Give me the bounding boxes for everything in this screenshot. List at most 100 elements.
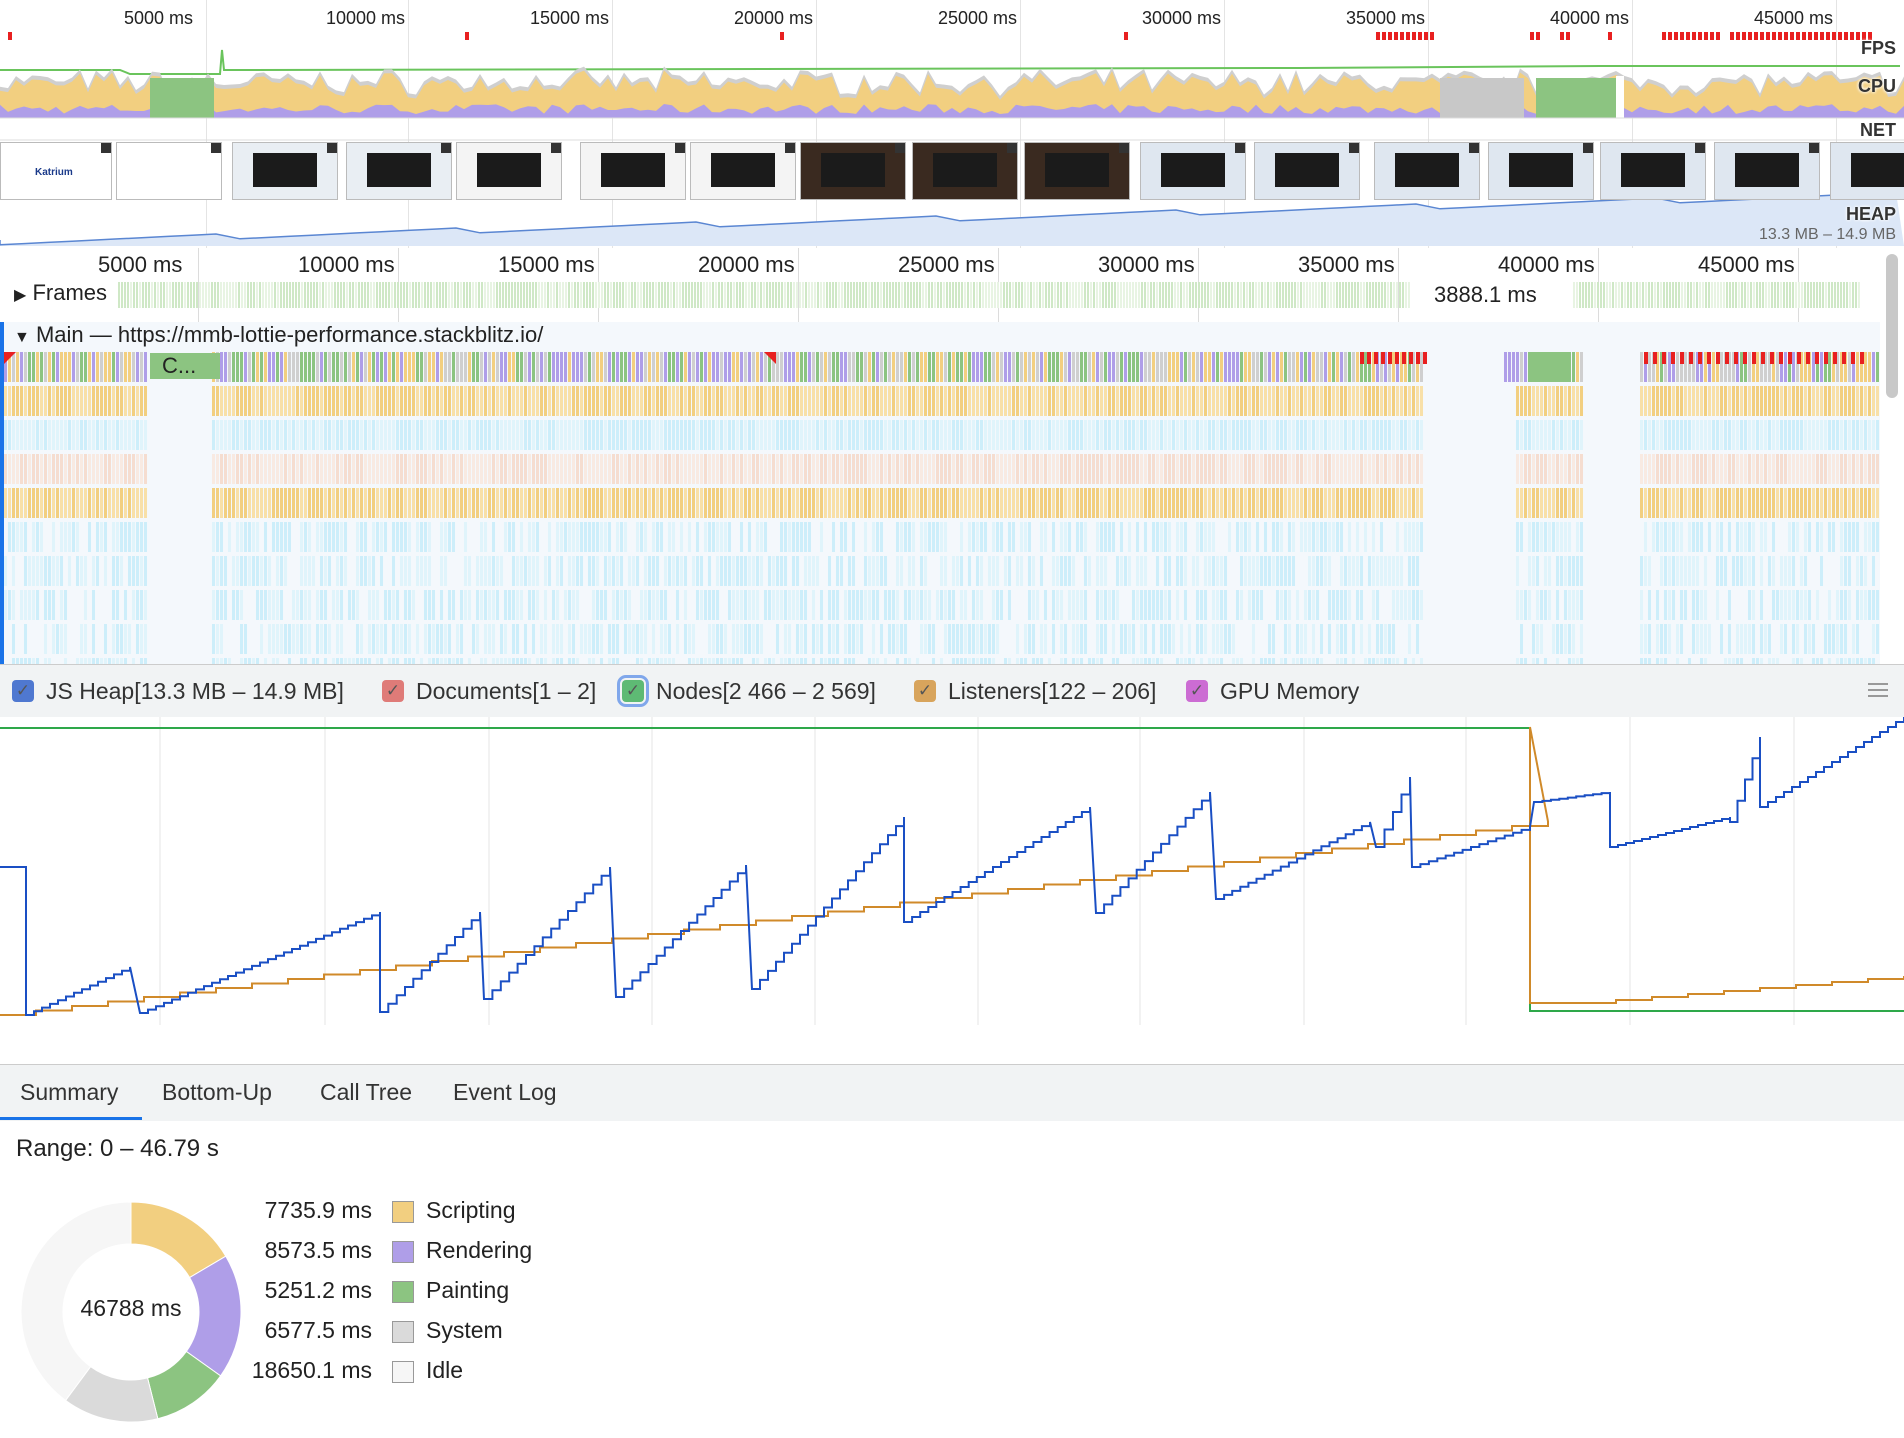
tab-summary[interactable]: Summary <box>20 1079 118 1106</box>
tab-event-log[interactable]: Event Log <box>453 1079 557 1106</box>
flame-slice <box>1560 454 1563 484</box>
frame-bar <box>1603 282 1605 308</box>
frame-bar <box>541 282 543 308</box>
legend-name: Idle <box>426 1357 464 1383</box>
gpu-memory-toggle[interactable]: ✓ GPU Memory <box>1186 677 1359 705</box>
flame-slice <box>616 386 619 416</box>
flame-slice <box>240 420 243 450</box>
screenshot-thumbnail[interactable] <box>690 142 796 200</box>
flame-slice <box>1576 488 1579 518</box>
vertical-scrollbar[interactable] <box>1886 254 1898 398</box>
flame-slice <box>1696 556 1699 586</box>
frames-track[interactable]: ▶ Frames 3888.1 ms <box>0 280 1880 310</box>
drag-handle-icon[interactable] <box>1868 683 1888 697</box>
js-heap-toggle[interactable]: ✓ JS Heap[13.3 MB – 14.9 MB] <box>12 677 344 705</box>
flame-slice <box>876 590 879 620</box>
flame-slice <box>1400 420 1403 450</box>
flame-slice <box>560 420 563 450</box>
flame-slice <box>1788 522 1791 552</box>
screenshot-thumbnail[interactable] <box>456 142 562 200</box>
main-row-header[interactable]: ▼ Main — https://mmb-lottie-performance.… <box>10 322 547 348</box>
flame-slice <box>1548 488 1551 518</box>
listeners-toggle[interactable]: ✓ Listeners[122 – 206] <box>914 677 1156 705</box>
screenshot-thumbnail[interactable] <box>1024 142 1130 200</box>
screenshot-thumbnail[interactable] <box>1254 142 1360 200</box>
flame-slice <box>1796 590 1799 620</box>
flame-slice <box>472 352 475 382</box>
screenshot-thumbnail[interactable] <box>1374 142 1480 200</box>
flame-slice <box>352 590 355 620</box>
screenshot-thumbnail[interactable] <box>580 142 686 200</box>
timeline-overview[interactable]: 5000 ms 10000 ms 15000 ms 20000 ms 25000 ms 3… <box>0 0 1904 249</box>
flame-slice <box>532 624 535 654</box>
frame-bar <box>1123 282 1125 308</box>
flame-slice <box>860 454 863 484</box>
checkbox-check-icon[interactable]: ✓ <box>1186 680 1208 702</box>
checkbox-check-icon[interactable]: ✓ <box>382 680 404 702</box>
screenshot-thumbnail[interactable] <box>232 142 338 200</box>
flame-chart[interactable]: 5000 ms 10000 ms 15000 ms 20000 ms 25000 ms 3… <box>0 248 1904 664</box>
checkbox-check-icon[interactable]: ✓ <box>617 675 649 707</box>
flame-slice <box>336 556 339 586</box>
fps-drop-marker <box>1748 32 1752 40</box>
flame-slice <box>592 454 595 484</box>
tab-call-tree[interactable]: Call Tree <box>320 1079 412 1106</box>
frames-row-header[interactable]: ▶ Frames <box>10 280 111 306</box>
checkbox-check-icon[interactable]: ✓ <box>914 680 936 702</box>
thumbnail-corner-marker <box>1235 143 1245 153</box>
flame-slice <box>764 386 767 416</box>
screenshot-thumbnail[interactable] <box>1140 142 1246 200</box>
flame-slice <box>1160 420 1163 450</box>
thumbnail-corner-marker <box>1007 143 1017 153</box>
frame-bar <box>1225 282 1227 308</box>
screenshot-thumbnail[interactable] <box>1488 142 1594 200</box>
flame-slice <box>72 488 75 518</box>
screenshot-thumbnail[interactable]: Katrium <box>0 142 112 200</box>
flame-slice <box>104 624 107 654</box>
screenshot-thumbnail[interactable] <box>1830 142 1904 200</box>
collapse-arrow-icon[interactable]: ▼ <box>14 329 30 346</box>
flame-slice <box>1272 386 1275 416</box>
counter-graph[interactable] <box>0 717 1904 1025</box>
flame-slice <box>84 352 87 382</box>
flame-slice <box>800 624 803 654</box>
flame-slice <box>1808 386 1811 416</box>
frame-duration[interactable]: 3888.1 ms <box>1430 282 1541 308</box>
flame-slice <box>1652 454 1655 484</box>
flame-slice <box>756 556 759 586</box>
flame-slice <box>576 454 579 484</box>
flame-slice <box>1000 590 1003 620</box>
checkbox-check-icon[interactable]: ✓ <box>12 680 34 702</box>
screenshot-thumbnail[interactable] <box>912 142 1018 200</box>
main-flame-bars[interactable] <box>4 352 1880 664</box>
flame-slice <box>1384 420 1387 450</box>
expand-arrow-icon[interactable]: ▶ <box>14 287 26 304</box>
flame-slice <box>1816 522 1819 552</box>
flame-slice <box>1740 556 1743 586</box>
paint-task-block[interactable]: C... <box>150 353 220 379</box>
nodes-toggle[interactable]: ✓ Nodes[2 466 – 2 569] <box>617 675 876 707</box>
flame-slice <box>580 454 583 484</box>
screenshot-thumbnail[interactable] <box>1714 142 1820 200</box>
flame-slice <box>1320 624 1323 654</box>
flame-slice <box>1228 386 1231 416</box>
screenshot-filmstrip[interactable]: Katrium <box>0 142 1904 202</box>
flame-slice <box>256 454 259 484</box>
flame-slice <box>736 590 739 620</box>
flame-slice <box>1836 386 1839 416</box>
frame-bar <box>1030 282 1032 308</box>
documents-toggle[interactable]: ✓ Documents[1 – 2] <box>382 677 596 705</box>
tab-bottom-up[interactable]: Bottom-Up <box>162 1079 272 1106</box>
screenshot-thumbnail[interactable] <box>800 142 906 200</box>
flame-slice <box>1296 488 1299 518</box>
frame-bar <box>1669 282 1671 308</box>
flame-slice <box>1192 386 1195 416</box>
flame-slice <box>1288 454 1291 484</box>
screenshot-thumbnail[interactable] <box>1600 142 1706 200</box>
screenshot-thumbnail[interactable] <box>116 142 222 200</box>
flame-slice <box>660 590 663 620</box>
main-thread-track[interactable]: ▼ Main — https://mmb-lottie-performance.… <box>0 322 1880 664</box>
flame-slice <box>772 386 775 416</box>
flame-slice <box>84 454 87 484</box>
screenshot-thumbnail[interactable] <box>346 142 452 200</box>
